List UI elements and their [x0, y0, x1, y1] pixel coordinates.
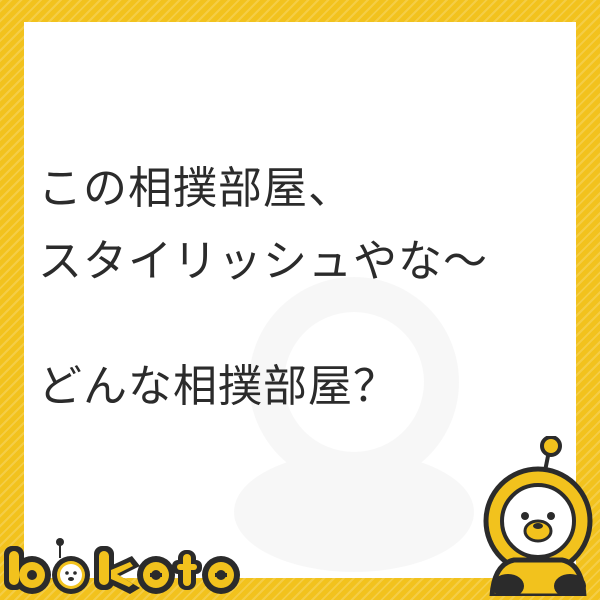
boke-card: この相撲部屋、 スタイリッシュやな〜 どんな相撲部屋？: [0, 0, 600, 600]
lion-mascot-icon: [483, 436, 593, 596]
bokete-logo: [4, 538, 240, 594]
watermark-mascot-icon: [234, 277, 474, 572]
caption-line-2: スタイリッシュやな〜: [38, 236, 488, 287]
caption-line-1: この相撲部屋、: [38, 163, 353, 214]
caption-line-3: どんな相撲部屋？: [38, 361, 398, 412]
